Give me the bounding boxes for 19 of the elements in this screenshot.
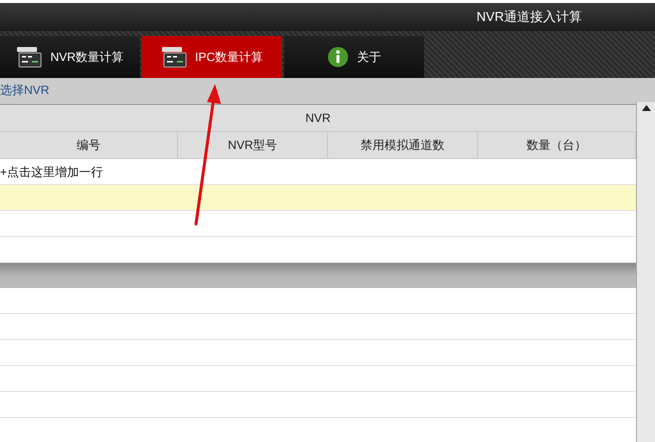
window-title: NVR通道接入计算 [476,8,582,26]
group-header: NVR [0,105,636,132]
section-label: 选择NVR [0,82,50,99]
info-icon [327,46,349,68]
column-header: NVR型号 [178,132,328,158]
column-header: 编号 [0,132,178,158]
table-row[interactable] [0,185,636,211]
tab[interactable]: IPC数量计算 [142,36,282,78]
device-icon [16,46,42,68]
tab[interactable]: NVR数量计算 [0,36,140,78]
scroll-up-icon[interactable] [642,105,650,111]
column-header: 禁用模拟通道数 [328,132,478,158]
scrollbar[interactable] [636,102,655,442]
device-icon [160,46,187,68]
add-row-link[interactable]: +点击这里增加一行 [0,162,104,180]
tab[interactable]: 关于 [284,36,424,78]
table-row[interactable]: +点击这里增加一行 [0,159,636,185]
table-row[interactable] [0,237,636,263]
table-row[interactable] [0,211,636,237]
